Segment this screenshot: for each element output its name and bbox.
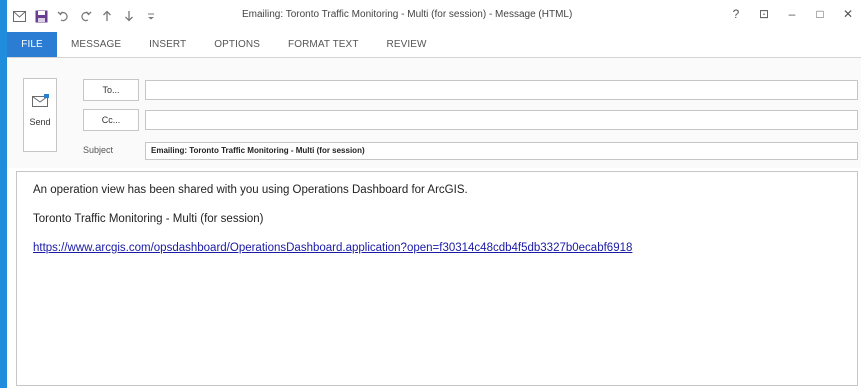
tab-format-text[interactable]: FORMAT TEXT <box>274 32 373 57</box>
cc-button[interactable]: Cc... <box>83 109 139 131</box>
subject-label: Subject <box>83 145 114 155</box>
arrow-down-icon[interactable] <box>121 8 137 24</box>
quick-access-toolbar <box>7 0 159 32</box>
arrow-up-icon[interactable] <box>99 8 115 24</box>
send-label: Send <box>29 117 51 127</box>
subject-field[interactable]: Emailing: Toronto Traffic Monitoring - M… <box>145 142 858 160</box>
message-window: Emailing: Toronto Traffic Monitoring - M… <box>0 0 861 388</box>
window-controls: ? ⊡ – □ ✕ <box>729 6 855 22</box>
send-icon <box>32 94 49 107</box>
dashboard-link[interactable]: https://www.arcgis.com/opsdashboard/Oper… <box>33 242 632 254</box>
message-header: Send To... Cc... Subject Emailing: Toron… <box>7 58 861 168</box>
body-view-title: Toronto Traffic Monitoring - Multi (for … <box>33 213 264 225</box>
body-intro-text: An operation view has been shared with y… <box>33 184 468 196</box>
help-icon[interactable]: ? <box>729 6 743 22</box>
mail-icon[interactable] <box>11 8 27 24</box>
ribbon-display-options-icon[interactable]: ⊡ <box>757 6 771 22</box>
close-icon[interactable]: ✕ <box>841 6 855 22</box>
window-title: Emailing: Toronto Traffic Monitoring - M… <box>242 9 573 20</box>
save-icon[interactable] <box>33 8 49 24</box>
tab-file[interactable]: FILE <box>7 32 57 57</box>
to-button[interactable]: To... <box>83 79 139 101</box>
send-button[interactable]: Send <box>23 78 57 152</box>
title-bar: Emailing: Toronto Traffic Monitoring - M… <box>7 0 861 32</box>
ribbon-tabs: FILE MESSAGE INSERT OPTIONS FORMAT TEXT … <box>7 32 861 58</box>
window-edge <box>0 0 7 388</box>
tab-insert[interactable]: INSERT <box>135 32 200 57</box>
cc-field[interactable] <box>145 110 858 130</box>
maximize-icon[interactable]: □ <box>813 6 827 22</box>
customize-icon[interactable] <box>143 8 159 24</box>
tab-message[interactable]: MESSAGE <box>57 32 135 57</box>
redo-icon[interactable] <box>77 8 93 24</box>
tab-review[interactable]: REVIEW <box>373 32 441 57</box>
undo-icon[interactable] <box>55 8 71 24</box>
to-field[interactable] <box>145 80 858 100</box>
minimize-icon[interactable]: – <box>785 6 799 22</box>
message-body[interactable]: An operation view has been shared with y… <box>16 171 858 386</box>
tab-options[interactable]: OPTIONS <box>200 32 274 57</box>
